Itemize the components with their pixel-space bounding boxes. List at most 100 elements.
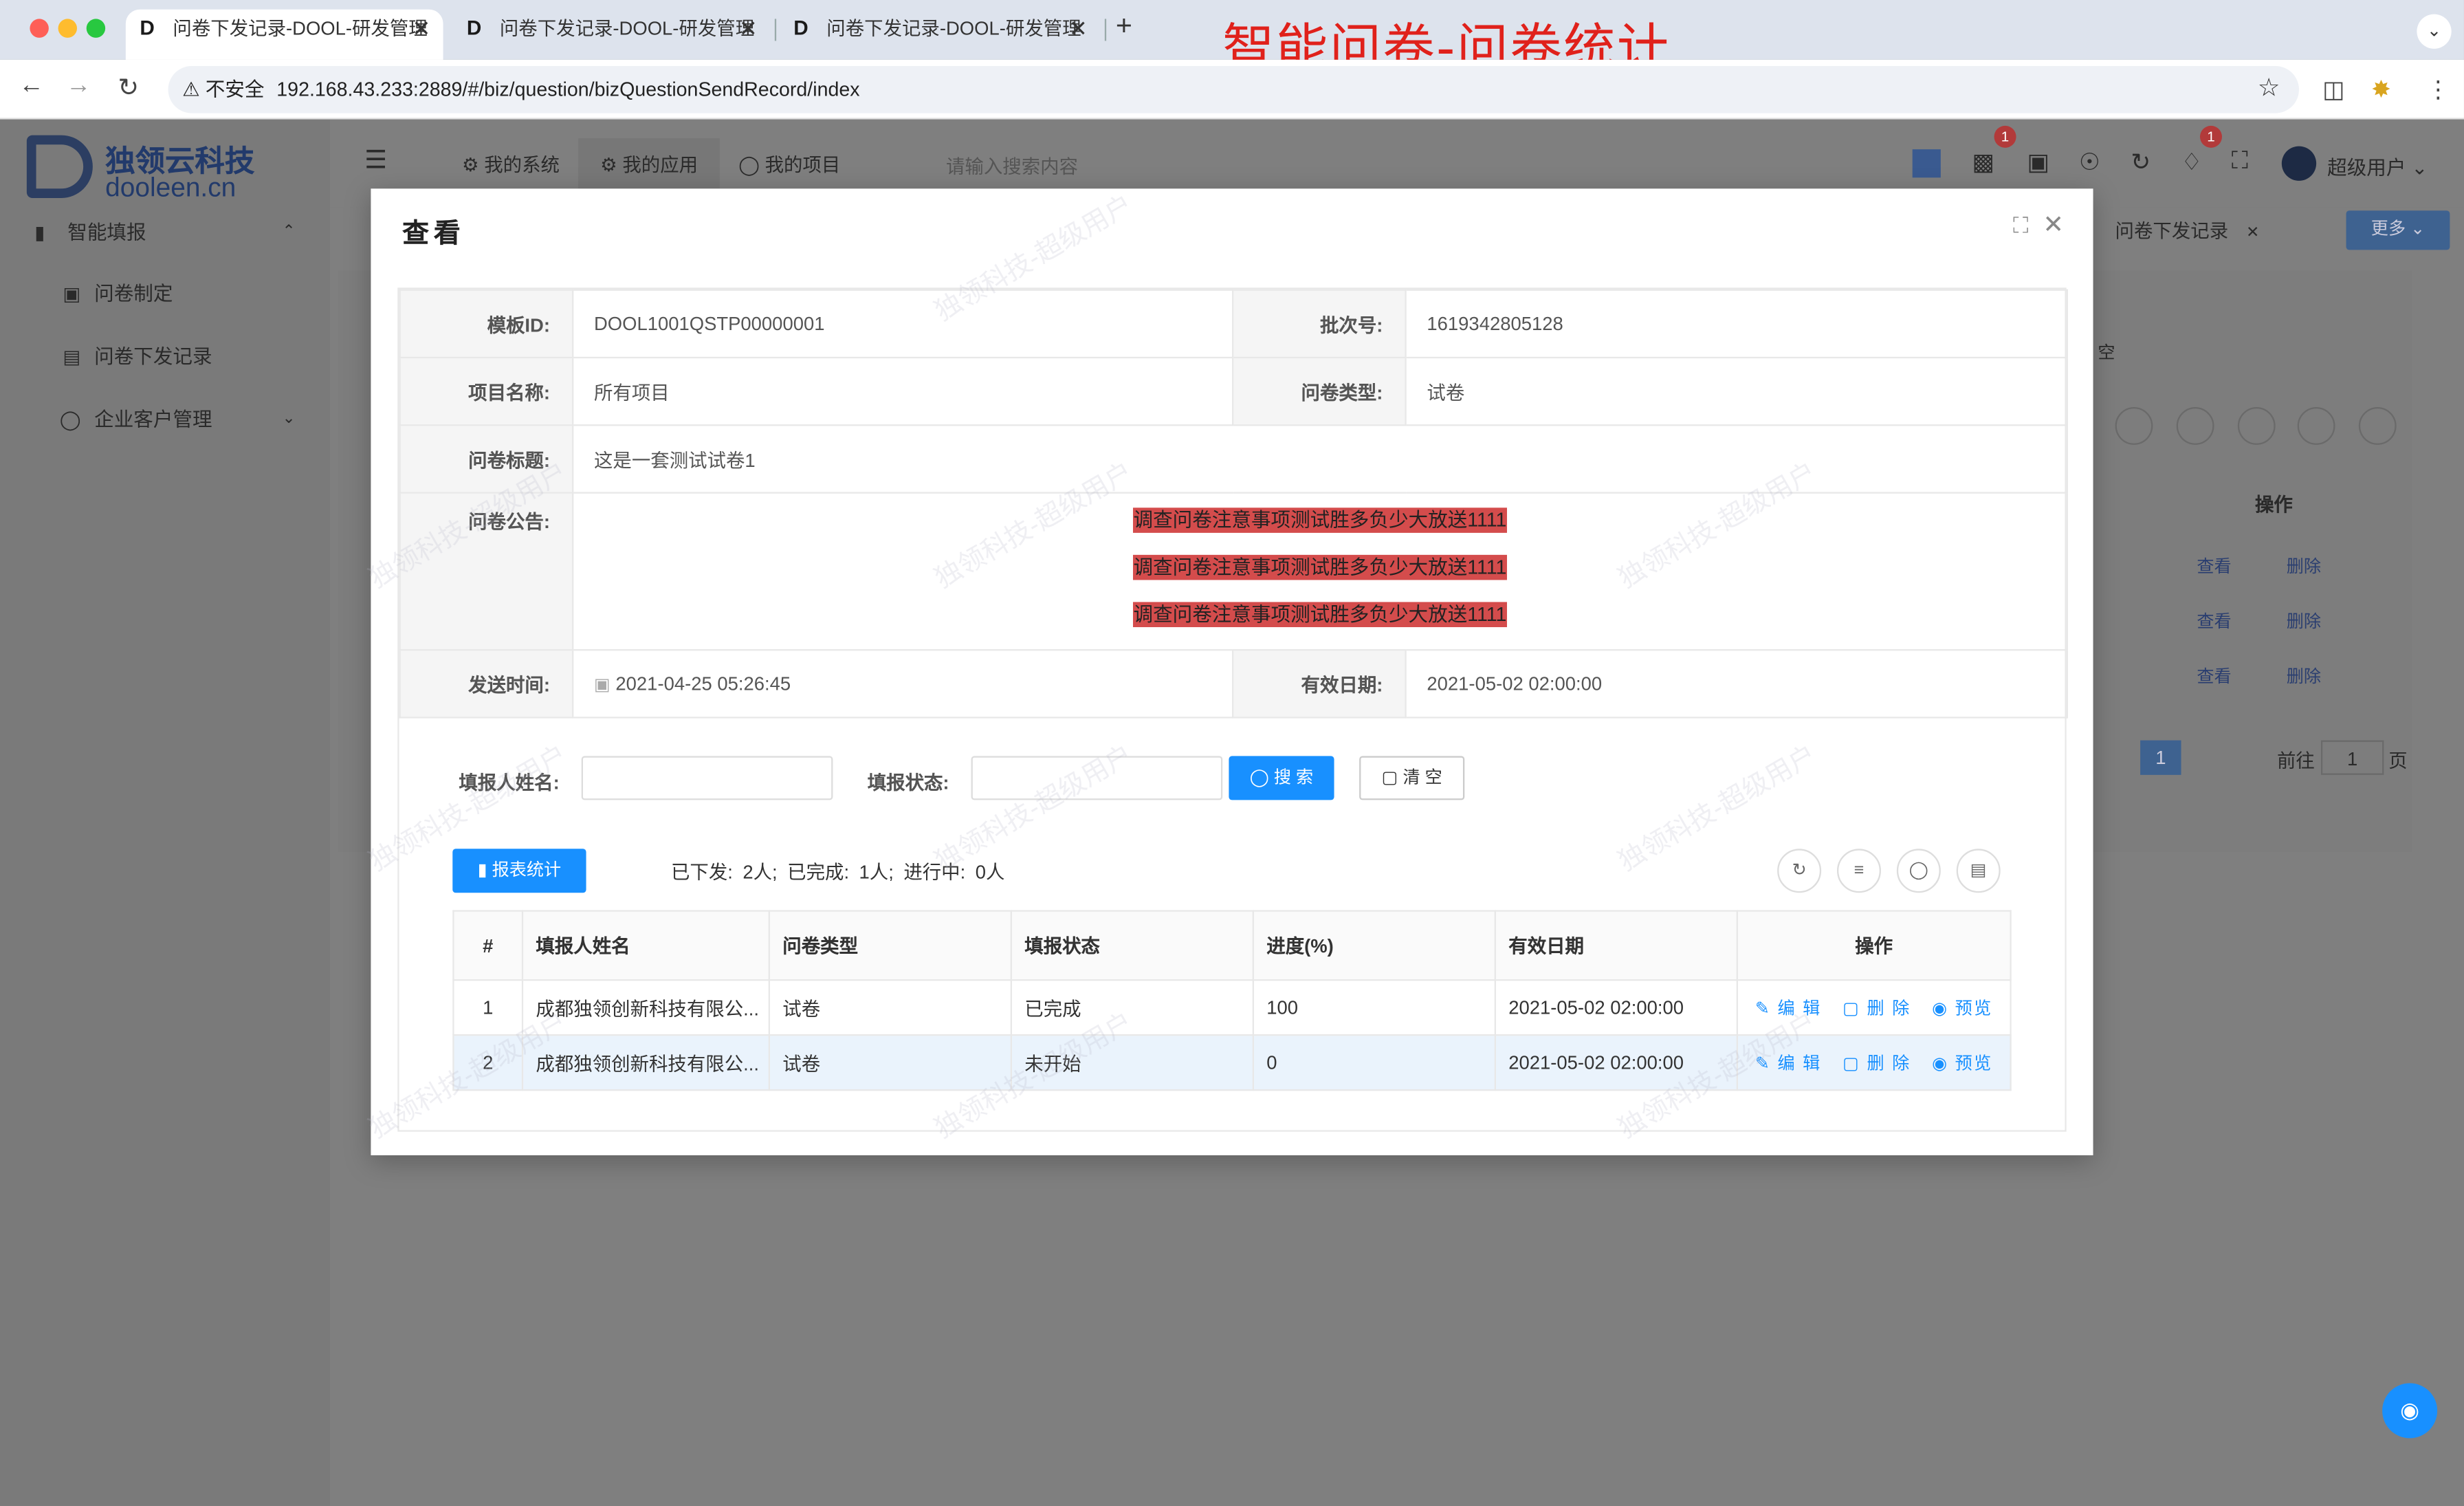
col-valid-date[interactable]: 有效日期	[1494, 910, 1738, 981]
preview-link[interactable]: ◉ 预览	[1932, 1055, 1992, 1073]
search-button[interactable]: ◯ 搜 索	[1229, 756, 1334, 800]
fullscreen-icon[interactable]: ⛶	[2232, 148, 2248, 175]
refresh-icon[interactable]: ↻	[2131, 148, 2150, 176]
bookmark-star-icon[interactable]: ☆	[2258, 66, 2280, 113]
qtype-label: 问卷类型:	[1231, 356, 1407, 426]
delete-link[interactable]: ▢ 删 除	[1842, 1000, 1911, 1018]
maximize-icon[interactable]: ⛶	[2013, 212, 2028, 239]
bell-icon[interactable]: ♢	[2181, 148, 2203, 176]
reload-icon[interactable]: ↻	[118, 72, 139, 104]
tab-title: 问卷下发记录-DOOL-研发管理	[499, 17, 755, 40]
camera-icon[interactable]: ◉	[2382, 1383, 2438, 1439]
row-status: 已完成	[1010, 979, 1254, 1036]
close-window-button[interactable]	[30, 19, 49, 38]
close-tab-icon[interactable]: ✕	[412, 10, 430, 47]
bg-page-number: 1	[2140, 740, 2181, 775]
bar-chart-icon: ▮	[477, 861, 487, 880]
refresh-icon[interactable]: ↻	[1777, 849, 1822, 893]
search-icon[interactable]: ◯	[1896, 849, 1941, 893]
extension-icon[interactable]: ✸	[2371, 76, 2391, 104]
close-icon[interactable]: ✕	[2246, 225, 2259, 242]
print-icon[interactable]: ▤	[1956, 849, 2001, 893]
response-table: # 填报人姓名 问卷类型 填报状态 进度(%) 有效日期 操作 1 成都独领创新…	[452, 910, 2012, 1091]
notice-line: 调查问卷注意事项测试胜多负少大放送1111	[1133, 508, 1507, 533]
edit-link[interactable]: ✎ 编 辑	[1755, 1000, 1822, 1018]
bg-page-input: 1	[2320, 740, 2384, 775]
row-name: 成都独领创新科技有限公...	[521, 1034, 770, 1091]
sidebar-item-questionnaire[interactable]: ▣ 问卷制定	[0, 270, 330, 318]
name-filter-input[interactable]	[581, 756, 833, 800]
send-time-text: 2021-04-25 05:26:45	[615, 673, 791, 695]
tab-divider	[1104, 19, 1107, 41]
username: 超级用户	[2327, 157, 2406, 179]
col-progress[interactable]: 进度(%)	[1252, 910, 1496, 981]
record-icon: ▤	[63, 345, 81, 368]
row-actions: ✎ 编 辑 ▢ 删 除 ◉ 预览	[1736, 1034, 2012, 1091]
avatar[interactable]	[2281, 146, 2317, 181]
nav-my-system[interactable]: ⚙ 我的系统	[462, 151, 560, 177]
table-row[interactable]: 1 成都独领创新科技有限公... 试卷 已完成 100 2021-05-02 0…	[452, 979, 2012, 1036]
shirt-icon[interactable]: ☉	[2079, 148, 2100, 176]
row-progress: 0	[1252, 1034, 1496, 1091]
more-label: 更多	[2370, 219, 2406, 239]
report-stats-button[interactable]: ▮ 报表统计	[452, 849, 586, 893]
stats-summary: 已下发: 2人; 已完成: 1人; 进行中: 0人	[670, 861, 1005, 884]
theme-icon[interactable]	[1912, 149, 1941, 178]
url-field[interactable]: ⚠ 不安全 192.168.43.233:2889/#/biz/question…	[168, 65, 2299, 113]
sidebar-item-smart-fill[interactable]: ▮ 智能填报 ⌃	[0, 209, 330, 257]
notification-badge: 1	[2199, 125, 2222, 148]
nav-label: 我的项目	[764, 153, 841, 176]
nav-my-projects[interactable]: ◯ 我的项目	[738, 151, 840, 177]
view-dialog: 查看 ⛶ ✕ 模板ID: DOOL1001QSTP00000001 批次号: 1…	[364, 188, 2093, 1155]
clear-button[interactable]: ▢ 清 空	[1359, 756, 1465, 800]
close-tab-icon[interactable]: ✕	[739, 10, 758, 47]
search-label: 搜 索	[1273, 768, 1314, 788]
back-arrow-icon[interactable]: ←	[19, 72, 44, 100]
hamburger-menu-icon[interactable]: ☰	[364, 144, 387, 176]
lock-icon[interactable]: ▣	[2027, 148, 2049, 176]
maximize-window-button[interactable]	[86, 19, 106, 38]
user-menu[interactable]: 超级用户 ⌄	[2327, 151, 2428, 180]
trash-icon: ▢	[1842, 1054, 1861, 1074]
col-status[interactable]: 填报状态	[1010, 910, 1254, 981]
sidebar-item-send-record[interactable]: ▤ 问卷下发记录	[0, 334, 330, 381]
tag-send-record[interactable]: 问卷下发记录 ✕	[2100, 208, 2263, 255]
table-row[interactable]: 2 成都独领创新科技有限公... 试卷 未开始 0 2021-05-02 02:…	[452, 1034, 2012, 1091]
new-tab-button[interactable]: +	[1116, 10, 1132, 43]
chevron-up-icon: ⌃	[282, 223, 296, 241]
valid-date-label: 有效日期:	[1231, 648, 1407, 719]
col-name[interactable]: 填报人姓名	[521, 910, 770, 981]
forward-arrow-icon[interactable]: →	[66, 72, 91, 100]
edit-link[interactable]: ✎ 编 辑	[1755, 1055, 1822, 1073]
bg-clear-button: 空	[2098, 344, 2115, 363]
menu-dots-icon[interactable]: ⋮	[2426, 76, 2450, 104]
col-type[interactable]: 问卷类型	[768, 910, 1012, 981]
minimize-window-button[interactable]	[58, 19, 77, 38]
nav-my-apps[interactable]: ⚙ 我的应用	[600, 151, 698, 177]
security-warning[interactable]: ⚠ 不安全	[182, 66, 264, 113]
security-label: 不安全	[205, 78, 265, 101]
report-label: 报表统计	[492, 861, 562, 880]
filter-icon[interactable]: ≡	[1836, 849, 1881, 893]
sidebar-item-customers[interactable]: ◯ 企业客户管理 ⌄	[0, 396, 330, 444]
valid-date-value: 2021-05-02 02:00:00	[1405, 648, 2068, 719]
browser-tab-3[interactable]: D 问卷下发记录-DOOL-研发管理 ✕	[780, 10, 1100, 60]
preview-link[interactable]: ◉ 预览	[1932, 1000, 1992, 1018]
template-id-value: DOOL1001QSTP00000001	[571, 289, 1234, 359]
delete-link[interactable]: ▢ 删 除	[1842, 1055, 1911, 1073]
delete-label: 删 除	[1867, 1054, 1911, 1074]
sidebar-toggle-icon[interactable]: ◫	[2322, 76, 2344, 104]
search-input[interactable]: 请输入搜索内容	[946, 153, 1078, 179]
chevron-down-icon[interactable]: ⌄	[2417, 14, 2452, 49]
row-index: 1	[452, 979, 524, 1036]
close-tab-icon[interactable]: ✕	[1069, 10, 1088, 47]
nav-label: 我的系统	[484, 153, 560, 176]
screenshot-icon[interactable]: ▩	[1972, 148, 1994, 176]
url-text[interactable]: 192.168.43.233:2889/#/biz/question/bizQu…	[276, 66, 859, 113]
more-button[interactable]: 更多 ⌄	[2346, 210, 2450, 250]
browser-tab-1[interactable]: D 问卷下发记录-DOOL-研发管理 ✕	[125, 9, 443, 60]
sidebar: 独领云科技 dooleen.cn ▮ 智能填报 ⌃ ▣ 问卷制定 ▤ 问卷下发记…	[0, 119, 330, 1506]
close-icon[interactable]: ✕	[2043, 209, 2064, 241]
status-filter-select[interactable]	[971, 756, 1223, 800]
browser-tab-2[interactable]: D 问卷下发记录-DOOL-研发管理 ✕	[452, 10, 770, 60]
